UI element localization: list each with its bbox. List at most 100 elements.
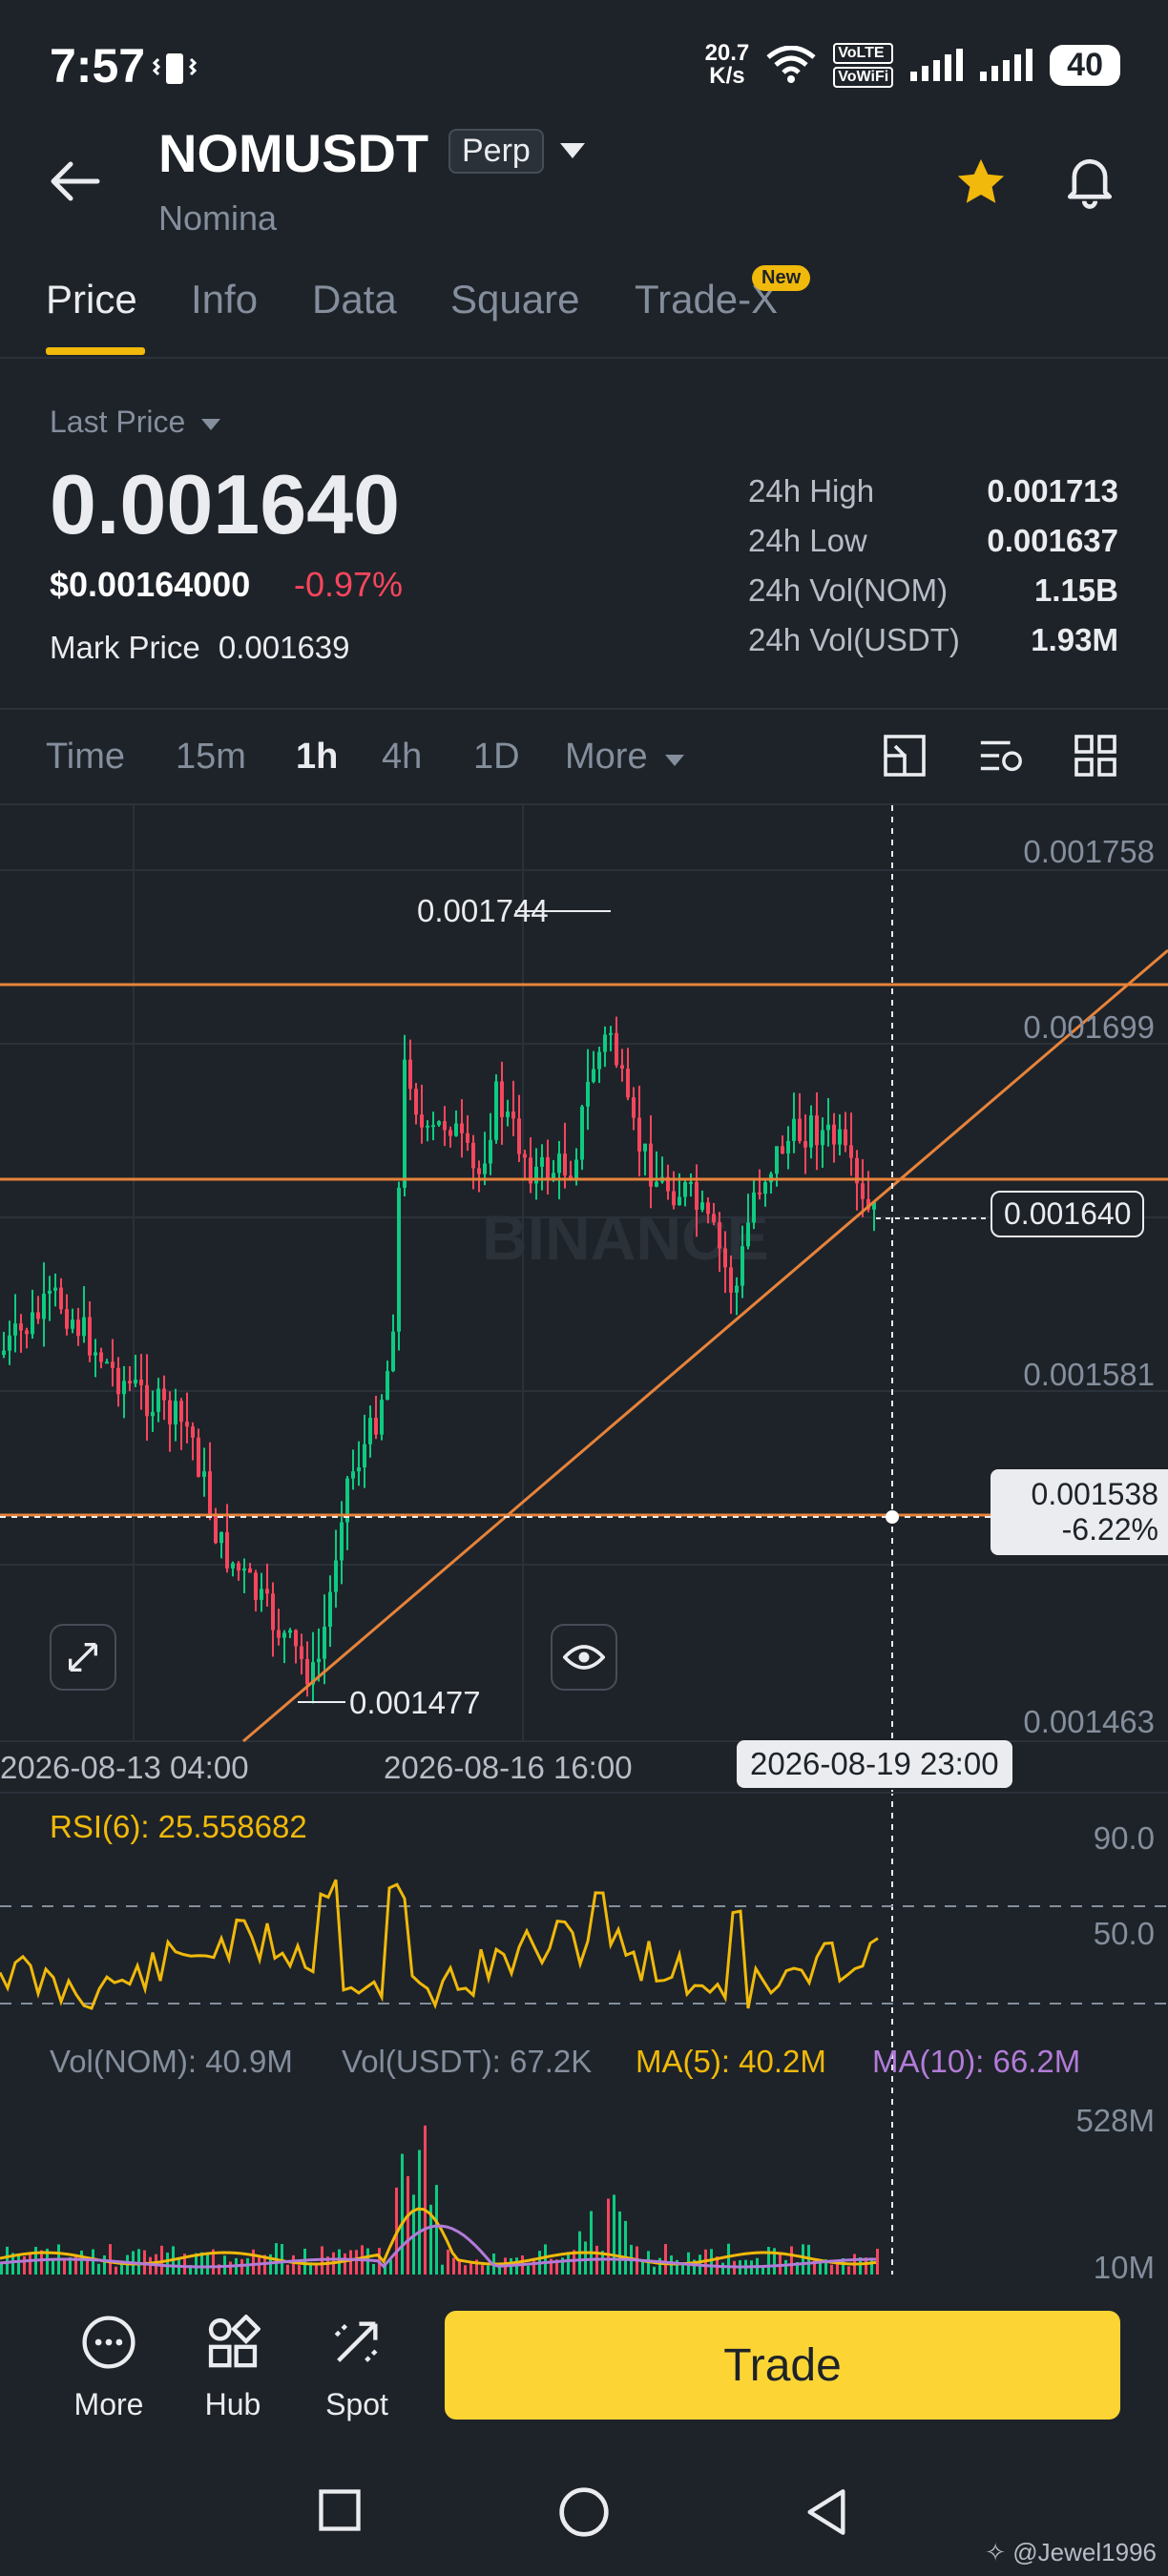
candle-body — [174, 1401, 177, 1424]
candle-body — [683, 1182, 687, 1197]
volume-bar — [407, 2175, 409, 2275]
volume-bar — [435, 2185, 438, 2275]
candle-body — [94, 1352, 97, 1356]
candle-body — [706, 1202, 710, 1215]
last-price-selector[interactable]: Last Price — [50, 405, 222, 440]
network-speed: 20.7 K/s — [704, 40, 750, 89]
candle-body — [59, 1287, 63, 1310]
candle-body — [494, 1081, 498, 1140]
candle-body — [288, 1630, 292, 1633]
ma10-label: MA(10): 66.2M — [872, 2044, 1081, 2079]
spot-icon — [334, 2321, 380, 2362]
symbol-title[interactable]: NOMUSDT — [158, 122, 428, 184]
candle-body — [42, 1294, 46, 1319]
candle-body — [695, 1181, 699, 1210]
contract-type-badge: Perp — [448, 129, 544, 174]
candle-body — [8, 1335, 11, 1351]
candle-body — [368, 1418, 372, 1444]
candle-body — [609, 1032, 613, 1035]
volume-bar — [876, 2249, 879, 2275]
rsi-divider — [0, 1792, 1168, 1794]
volume-bar — [92, 2249, 94, 2275]
volume-bar — [624, 2220, 627, 2275]
candle-body — [334, 1560, 338, 1592]
volume-bar — [424, 2125, 427, 2275]
candle-body — [105, 1361, 109, 1364]
time-axis-label: 2026-08-13 04:00 — [0, 1750, 249, 1785]
candle-body — [420, 1114, 424, 1128]
interval-4h[interactable]: 4h — [382, 737, 422, 778]
volume-bar — [830, 2264, 833, 2275]
volume-chart — [0, 2125, 879, 2275]
volume-bar — [481, 2265, 484, 2275]
candle-body — [53, 1287, 57, 1291]
tab-price[interactable]: Price — [46, 277, 137, 322]
tab-data[interactable]: Data — [312, 277, 397, 322]
candle-body — [506, 1111, 510, 1117]
volume-bar — [544, 2244, 547, 2275]
interval-more[interactable]: More — [565, 737, 686, 778]
candle-body — [277, 1630, 281, 1638]
interval-15m[interactable]: 15m — [176, 737, 246, 778]
volume-bar — [767, 2247, 770, 2275]
candle-body — [586, 1081, 590, 1107]
chart-fullscreen-icon[interactable] — [882, 733, 928, 783]
expand-chart-button[interactable] — [50, 1624, 116, 1691]
back-nav-button[interactable] — [802, 2485, 851, 2544]
symbol-dropdown-icon[interactable] — [558, 141, 587, 165]
volume-bar — [447, 2249, 449, 2275]
candle-body — [740, 1246, 744, 1286]
candle-body — [580, 1106, 584, 1160]
layout-grid-icon[interactable] — [1073, 733, 1118, 783]
indicator-settings-icon[interactable] — [977, 733, 1025, 783]
chevron-down-icon — [665, 755, 685, 766]
crosshair-price-tag: 0.001538 -6.22% — [991, 1469, 1168, 1555]
bottom-hub-button[interactable]: Hub — [176, 2309, 290, 2422]
candle-body — [19, 1323, 23, 1331]
visibility-toggle-button[interactable] — [551, 1624, 617, 1691]
volume-bar — [681, 2263, 684, 2275]
candle-body — [781, 1146, 784, 1153]
tab-info[interactable]: Info — [191, 277, 258, 322]
bottom-spot-button[interactable]: Spot — [300, 2309, 414, 2422]
battery-icon: 40 — [1050, 44, 1120, 86]
volume-bar — [109, 2244, 112, 2275]
favorite-star-icon[interactable] — [952, 155, 1010, 215]
volume-bar — [469, 2262, 472, 2275]
candle-body — [832, 1124, 836, 1145]
interval-1d[interactable]: 1D — [473, 737, 520, 778]
candle-body — [775, 1146, 779, 1174]
rsi-label: RSI(6): 25.558682 — [50, 1809, 307, 1844]
recents-nav-button[interactable] — [315, 2485, 365, 2540]
candle-body — [803, 1141, 807, 1148]
candle-body — [500, 1081, 504, 1117]
candle-body — [71, 1319, 74, 1329]
candle-body — [643, 1143, 647, 1152]
bell-icon[interactable] — [1063, 153, 1116, 215]
volume-bar — [784, 2259, 787, 2275]
home-nav-button[interactable] — [557, 2485, 611, 2544]
interval-time[interactable]: Time — [46, 737, 125, 778]
interval-1h[interactable]: 1h — [296, 737, 338, 778]
tab-square[interactable]: Square — [450, 277, 579, 322]
volume-bar — [418, 2150, 421, 2275]
volume-bar — [6, 2246, 9, 2275]
candle-body — [185, 1422, 189, 1427]
trend-line[interactable] — [242, 948, 1168, 1743]
chart-low-label: 0.001477 — [349, 1685, 481, 1720]
crosshair-date-tag: 2026-08-19 23:00 — [737, 1740, 1012, 1788]
signal-2-icon — [980, 49, 1033, 81]
trade-button[interactable]: Trade — [445, 2311, 1120, 2420]
candle-body — [254, 1572, 258, 1600]
candle-body — [723, 1248, 727, 1268]
back-arrow-icon[interactable] — [48, 160, 101, 207]
volume-bar — [487, 2265, 490, 2275]
rsi-line — [0, 1879, 879, 2010]
candle-body — [219, 1531, 223, 1544]
candle-body — [546, 1156, 550, 1180]
candle-body — [844, 1129, 847, 1146]
new-badge: New — [752, 265, 811, 291]
bottom-more-button[interactable]: More — [52, 2309, 166, 2422]
volume-bar — [349, 2250, 352, 2275]
candle-body — [397, 1187, 401, 1332]
